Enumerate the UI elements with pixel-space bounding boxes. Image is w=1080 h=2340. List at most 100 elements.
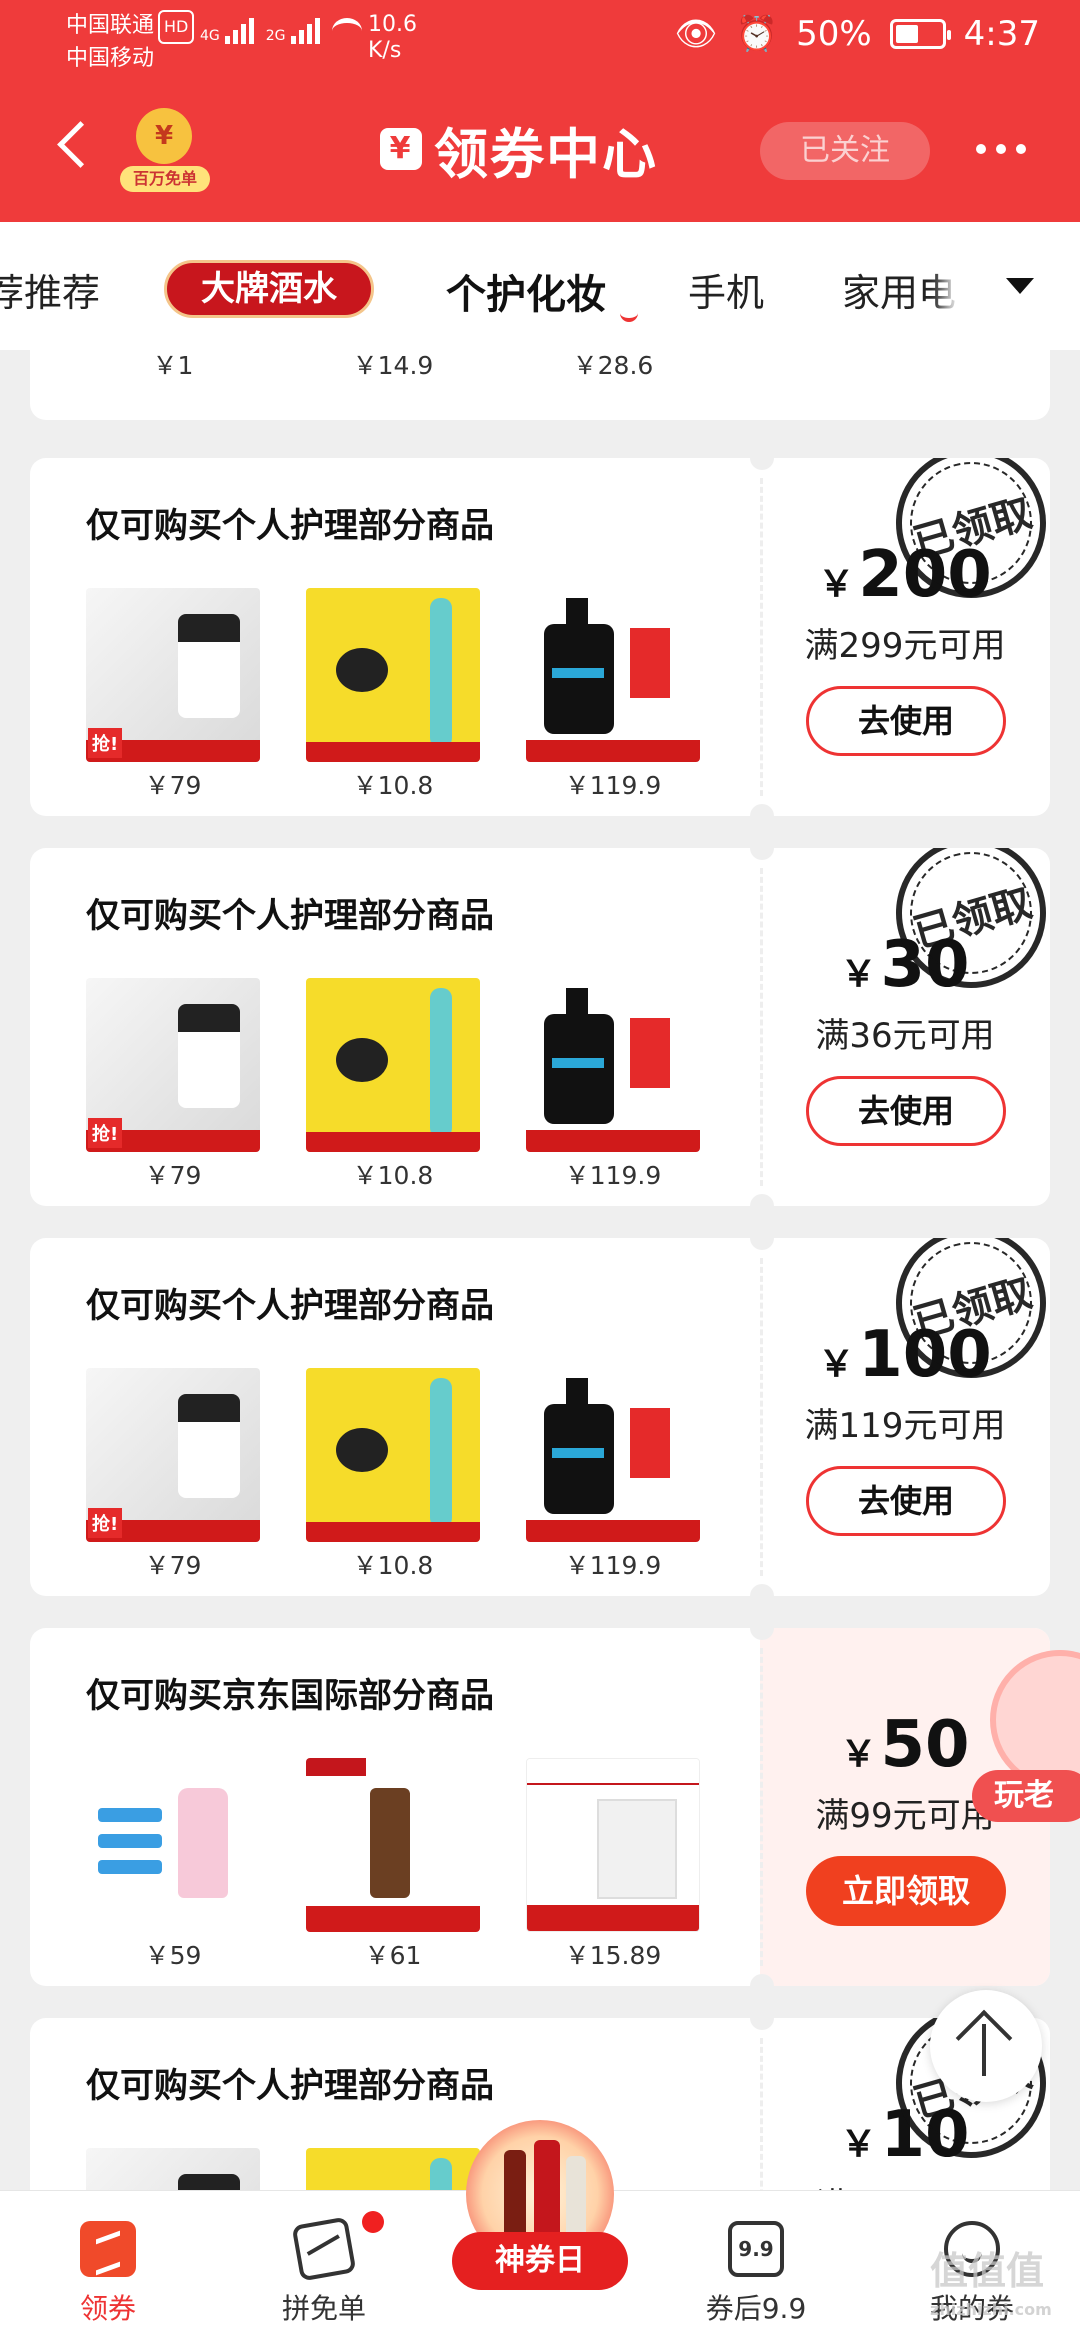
back-button[interactable] [56, 122, 92, 174]
product-image-seboradin[interactable] [526, 1758, 700, 1932]
product-item[interactable]: ￥15.89 [526, 1758, 700, 1972]
coupon-card-partial[interactable]: ￥1 ￥14.9 ￥28.6 [30, 350, 1050, 420]
product-image-facewash[interactable] [526, 588, 700, 762]
coupon-list: ￥1 ￥14.9 ￥28.6 仅可购买个人护理部分商品 ￥79 ￥10.8 ￥1… [0, 350, 1080, 2190]
product-list [86, 2148, 480, 2190]
game-float-widget[interactable]: 玩老 [972, 1650, 1080, 1830]
coupon-card[interactable]: 仅可购买个人护理部分商品 ￥79 ￥10.8 ￥119.9 ￥100 满119元… [30, 1238, 1050, 1596]
product-item[interactable]: ￥10.8 [306, 588, 480, 802]
product-price: ￥79 [144, 771, 202, 800]
amount-value: 50 [880, 1708, 970, 1782]
product-item[interactable] [86, 2148, 260, 2190]
tab-liquor[interactable]: 大牌酒水 [164, 260, 374, 318]
product-image-cream[interactable] [86, 588, 260, 762]
product-item[interactable]: ￥10.8 [306, 1368, 480, 1582]
stamp-text: 已领取 [908, 880, 1037, 958]
nav-label: 拼免单 [281, 2292, 366, 2325]
product-image-toothbrush[interactable] [306, 2148, 480, 2190]
wifi-icon [331, 18, 362, 44]
coupon-card[interactable]: 仅可购买京东国际部分商品 ￥59 ￥61 ￥15.89 ￥50 满99元可用 立… [30, 1628, 1050, 1986]
claim-button[interactable]: 立即领取 [806, 1856, 1006, 1926]
product-image-ph-care[interactable] [86, 1758, 260, 1932]
nav-bar: ¥ 百万免单 ¥ 领券中心 已关注 [0, 100, 1080, 200]
product-image-cream[interactable] [86, 2148, 260, 2190]
product-image-toothbrush[interactable] [306, 1368, 480, 1542]
product-price: ￥119.9 [564, 771, 662, 800]
tab-appliances[interactable]: 家用电 [842, 262, 956, 317]
nav-coupons[interactable]: 领券 [8, 2191, 208, 2340]
product-list: ￥59 ￥61 ￥15.89 [86, 1758, 700, 1972]
coin-icon: ¥ [136, 108, 192, 164]
speed-unit: K/s [368, 38, 402, 63]
product-price: ￥28.6 [572, 351, 654, 380]
chevron-down-icon[interactable] [956, 222, 1080, 350]
nav-after-coupon[interactable]: 9.9 券后9.9 [656, 2191, 856, 2340]
product-price: ￥15.89 [564, 1941, 662, 1970]
game-label: 玩老 [972, 1770, 1080, 1822]
page-title-text: 领券中心 [434, 122, 658, 186]
carrier-1: 中国联通 [66, 13, 155, 38]
more-icon[interactable] [976, 144, 1026, 154]
tab-personal-care[interactable]: 个护化妆 [446, 262, 606, 320]
product-image-revlon[interactable] [306, 1758, 480, 1932]
yen-symbol: ￥ [840, 2124, 877, 2165]
network-speed: 10.6 K/s [368, 12, 417, 64]
yen-symbol: ￥ [840, 954, 877, 995]
product-item[interactable]: ￥119.9 [526, 588, 700, 802]
carrier-2: 中国移动 [66, 46, 155, 71]
hd-badge: HD [158, 10, 195, 44]
product-price: ￥79 [144, 1161, 202, 1190]
speed-value: 10.6 [368, 12, 417, 37]
icon-99-text: 9.9 [738, 2237, 774, 2261]
product-price: ￥10.8 [352, 1551, 434, 1580]
watermark: 值值值 zhizhizhi.com [930, 2240, 1052, 2319]
product-price: ￥14.9 [352, 351, 434, 380]
million-free-badge[interactable]: ¥ 百万免单 [120, 108, 210, 194]
product-list: ￥79 ￥10.8 ￥119.9 [86, 588, 700, 802]
nav-group-free[interactable]: 拼免单 [224, 2191, 424, 2340]
nav-label: 领券 [79, 2292, 136, 2325]
product-item[interactable]: ￥59 [86, 1758, 260, 1972]
game-icon [990, 1650, 1080, 1790]
coupon-icon [80, 2221, 136, 2277]
badge-label: 百万免单 [120, 166, 210, 192]
product-image-facewash[interactable] [526, 978, 700, 1152]
product-price: ￥61 [364, 1941, 422, 1970]
product-image-toothbrush[interactable] [306, 588, 480, 762]
eye-icon: 👁 [674, 14, 718, 54]
status-right: 👁 ⏰ 50% 4:37 [675, 14, 1040, 54]
coupon-title: 仅可购买个人护理部分商品 [86, 2066, 494, 2106]
product-item[interactable]: ￥119.9 [526, 1368, 700, 1582]
product-item[interactable]: ￥79 [86, 978, 260, 1192]
tab-phone[interactable]: 手机 [688, 262, 764, 317]
use-button[interactable]: 去使用 [806, 1466, 1006, 1536]
coupon-title: 仅可购买个人护理部分商品 [86, 1286, 494, 1326]
price-99-icon: 9.9 [728, 2221, 784, 2277]
follow-button[interactable]: 已关注 [760, 122, 930, 180]
product-item[interactable]: ￥79 [86, 588, 260, 802]
product-item[interactable]: ￥10.8 [306, 978, 480, 1192]
yen-symbol: ￥ [818, 564, 855, 605]
product-image-facewash[interactable] [526, 1368, 700, 1542]
network-type-2: 2G [265, 28, 286, 44]
product-image-toothbrush[interactable] [306, 978, 480, 1152]
coupon-title: 仅可购买个人护理部分商品 [86, 896, 494, 936]
product-price: ￥10.8 [352, 771, 434, 800]
product-image-cream[interactable] [86, 1368, 260, 1542]
page-title: ¥ 领券中心 [380, 114, 658, 186]
product-image-cream[interactable] [86, 978, 260, 1152]
product-item[interactable]: ￥79 [86, 1368, 260, 1582]
coupon-card[interactable]: 仅可购买个人护理部分商品 ￥79 ￥10.8 ￥119.9 ￥200 满299元… [30, 458, 1050, 816]
god-coupon-day-button[interactable]: 神券日 [452, 2120, 628, 2300]
product-item[interactable] [306, 2148, 480, 2190]
product-item[interactable]: ￥61 [306, 1758, 480, 1972]
use-button[interactable]: 去使用 [806, 686, 1006, 756]
alarm-icon: ⏰ [735, 14, 779, 54]
battery-percent: 50% [796, 14, 872, 54]
use-button[interactable]: 去使用 [806, 1076, 1006, 1146]
coupon-card[interactable]: 仅可购买个人护理部分商品 ￥79 ￥10.8 ￥119.9 ￥30 满36元可用… [30, 848, 1050, 1206]
tab-recommend[interactable]: 荐推荐 [0, 262, 100, 317]
coupon-condition: 满36元可用 [815, 1016, 995, 1056]
scroll-to-top-button[interactable] [930, 1990, 1042, 2102]
product-item[interactable]: ￥119.9 [526, 978, 700, 1192]
